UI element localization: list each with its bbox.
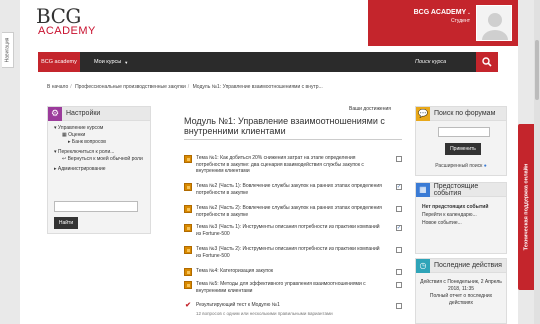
settings-search-input[interactable] (54, 201, 138, 212)
video-resource-icon (184, 268, 192, 276)
module-title: Модуль №1: Управление взаимоотношениями … (184, 116, 402, 140)
tree-question-bank[interactable]: ▸ Банк вопросов (54, 139, 146, 146)
forum-search-block: 💬 Поиск по форумам Применить Расширенный… (415, 106, 507, 176)
user-name[interactable]: BCG ACADEMY . (414, 9, 470, 16)
search-button[interactable] (476, 52, 498, 72)
activity-item[interactable]: Тема №3 (Часть 1): Инструменты описания … (184, 224, 402, 240)
clock-icon: ◷ (416, 258, 430, 273)
calendar-icon: ▦ (416, 182, 430, 197)
upcoming-events-block: ▦ Предстоящие события Нет предстоящих со… (415, 182, 507, 254)
course-search-input[interactable]: Поиск курса (415, 52, 446, 72)
forum-search-title: Поиск по форумам (434, 110, 496, 117)
new-event-link[interactable]: Новое событие... (422, 219, 502, 227)
my-courses-menu[interactable]: Мои курсы ▼ (94, 52, 128, 72)
nav-brand-link[interactable]: BCG academy (38, 52, 80, 72)
activity-item[interactable]: Тема №3 (Часть 2): Инструменты описания … (184, 246, 402, 262)
settings-title: Настройки (66, 110, 101, 117)
activity-item[interactable]: Тема №4: Категоризация закупок (184, 268, 402, 278)
completion-checkbox[interactable] (396, 156, 402, 162)
video-resource-icon (184, 224, 192, 232)
find-button[interactable]: Найти (54, 217, 78, 229)
advanced-search-link[interactable]: Расширенный поиск ● (416, 163, 506, 169)
video-resource-icon (184, 281, 192, 289)
settings-block: ⚙ Настройки ▾ Управление курсом ▦ Оценки… (47, 106, 151, 234)
completion-checkbox[interactable]: ✓ (396, 184, 402, 190)
video-resource-icon (184, 183, 192, 191)
activity-item[interactable]: Тема №2 (Часть 1): Вовлечение службы зак… (184, 183, 402, 199)
tree-switch-role[interactable]: ▾ Переключиться к роли... (54, 149, 146, 156)
quiz-note: 12 вопросов с одним или несколькими прав… (196, 311, 333, 316)
tree-grades[interactable]: ▦ Оценки (54, 132, 146, 139)
goto-calendar-link[interactable]: Перейти к календарю... (422, 211, 502, 219)
user-role: Студент (450, 18, 470, 24)
navbar: BCG academy Мои курсы ▼ Поиск курса (38, 52, 498, 72)
search-icon (482, 57, 492, 67)
forum-search-input[interactable] (438, 127, 490, 137)
recent-activity-block: ◷ Последние действия Действия с Понедель… (415, 258, 507, 324)
tree-course-admin[interactable]: ▾ Управление курсом (54, 125, 146, 132)
completion-checkbox[interactable] (396, 303, 402, 309)
help-icon: ● (483, 163, 487, 169)
header: BCG ACADEMY BCG ACADEMY . Студент (20, 0, 518, 50)
logo[interactable]: BCG ACADEMY (36, 6, 96, 37)
breadcrumb-course[interactable]: Профессиональные производственные закупк… (75, 84, 186, 90)
activity-item[interactable]: Тема №5: Методы для эффективного управле… (184, 281, 402, 297)
tree-administration[interactable]: ▸ Администрирование (54, 166, 146, 173)
apply-button[interactable]: Применить (445, 143, 481, 155)
quiz-check-icon: ✔ (185, 301, 191, 309)
page: BCG ACADEMY BCG ACADEMY . Студент BCG ac… (20, 0, 518, 324)
logo-top: BCG (36, 4, 81, 28)
scrollbar-thumb[interactable] (535, 40, 539, 100)
video-resource-icon (184, 246, 192, 254)
completion-checkbox[interactable]: ✓ (396, 225, 402, 231)
breadcrumb: В начало / Профессиональные производствен… (47, 84, 323, 90)
video-resource-icon (184, 155, 192, 163)
recent-title: Последние действия (434, 262, 502, 269)
speech-bubble-icon: 💬 (416, 106, 430, 121)
full-report-link[interactable]: Полный отчет о последних (420, 293, 502, 300)
activity-item[interactable]: Тема №2 (Часть 2): Вовлечение службы зак… (184, 205, 402, 221)
breadcrumb-home[interactable]: В начало (47, 84, 68, 90)
logo-bottom: ACADEMY (38, 25, 96, 37)
completion-checkbox[interactable] (396, 247, 402, 253)
video-resource-icon (184, 205, 192, 213)
tree-return-role[interactable]: ↩ Вернуться к моей обычной роли (54, 156, 146, 163)
navigation-side-tab[interactable]: Навигация (2, 32, 14, 68)
activity-item[interactable]: Тема №1: Как добиться 20% снижения затра… (184, 155, 402, 181)
completion-checkbox[interactable] (396, 282, 402, 288)
events-title: Предстоящие события (433, 182, 479, 197)
user-menu[interactable]: BCG ACADEMY . Студент (368, 0, 518, 46)
caret-down-icon: ▼ (124, 59, 129, 65)
online-support-tab[interactable]: Техническая поддержка онлайн (518, 124, 534, 290)
completion-checkbox[interactable] (396, 269, 402, 275)
user-silhouette-icon (482, 13, 508, 40)
quiz-item[interactable]: ✔ Результирующий тест к Модулю №1 12 воп… (184, 302, 402, 322)
breadcrumb-module[interactable]: Модуль №1: Управление взаимоотношениями … (193, 84, 323, 90)
achievements-link[interactable]: Ваши достижения (349, 106, 391, 112)
gear-icon: ⚙ (48, 106, 62, 121)
completion-checkbox[interactable] (396, 206, 402, 212)
scrollbar[interactable] (534, 0, 540, 324)
no-events-text: Нет предстоящих событий (422, 204, 489, 210)
full-report-link-cont[interactable]: действиях (420, 300, 502, 307)
avatar[interactable] (476, 5, 512, 41)
